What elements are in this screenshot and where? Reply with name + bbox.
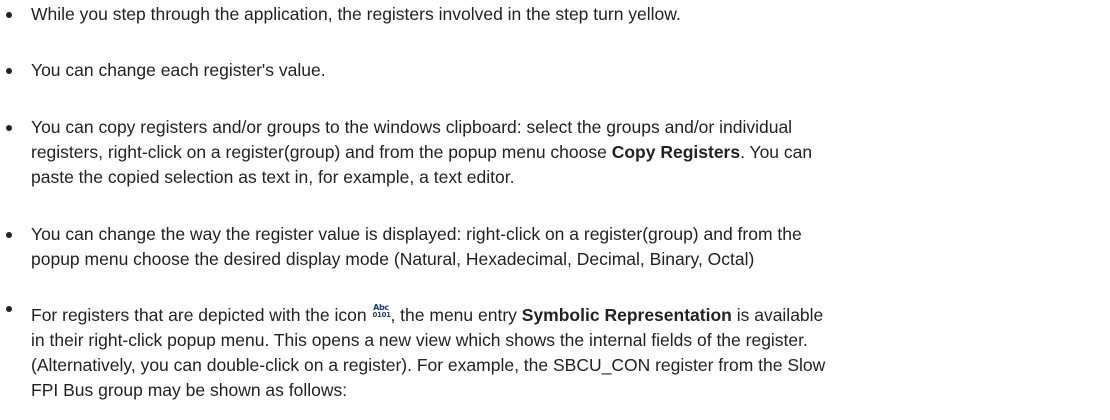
bullet-text: While you step through the application, … bbox=[31, 4, 681, 24]
bullet-dot bbox=[6, 125, 12, 131]
text-span: is available bbox=[731, 305, 824, 325]
bullet-item-copy-registers: You can copy registers and/or groups to … bbox=[6, 115, 1106, 190]
bullet-item-step-highlight: While you step through the application, … bbox=[6, 2, 1106, 27]
bullet-dot bbox=[6, 306, 12, 312]
bullet-text: You can change each register's value. bbox=[31, 60, 326, 80]
bullet-text-line: in their right-click popup menu. This op… bbox=[31, 330, 808, 350]
text-span: registers, right-click on a register(gro… bbox=[31, 142, 612, 162]
text-span: For registers that are depicted with the… bbox=[31, 305, 372, 325]
bullet-dot bbox=[6, 12, 12, 18]
bullet-item-change-value: You can change each register's value. bbox=[6, 58, 1106, 83]
bullet-text-line: (Alternatively, you can double-click on … bbox=[31, 355, 826, 375]
bullet-item-display-mode: You can change the way the register valu… bbox=[6, 222, 1106, 272]
bullet-dot bbox=[6, 232, 12, 238]
bullet-text-line: paste the copied selection as text in, f… bbox=[31, 167, 515, 187]
menu-entry-copy-registers: Copy Registers bbox=[611, 142, 741, 162]
text-span: . You can bbox=[740, 142, 813, 162]
bullet-dot bbox=[6, 68, 12, 74]
help-page: While you step through the application, … bbox=[0, 0, 1110, 420]
bullet-item-symbolic-representation: For registers that are depicted with the… bbox=[6, 303, 1106, 403]
bullet-text-line: For registers that are depicted with the… bbox=[31, 303, 1106, 328]
bullet-text-line: You can change the way the register valu… bbox=[31, 224, 802, 244]
icon-label-bottom: 0101 bbox=[372, 311, 391, 319]
symbolic-register-icon: Abc 0101 bbox=[372, 304, 391, 319]
bullet-text-line: FPI Bus group may be shown as follows: bbox=[31, 380, 348, 400]
text-span: , the menu entry bbox=[390, 305, 522, 325]
bullet-text-line: registers, right-click on a register(gro… bbox=[31, 140, 1106, 165]
menu-entry-symbolic-representation: Symbolic Representation bbox=[521, 305, 732, 325]
bullet-text-line: popup menu choose the desired display mo… bbox=[31, 249, 755, 269]
bullet-text-line: You can copy registers and/or groups to … bbox=[31, 117, 793, 137]
